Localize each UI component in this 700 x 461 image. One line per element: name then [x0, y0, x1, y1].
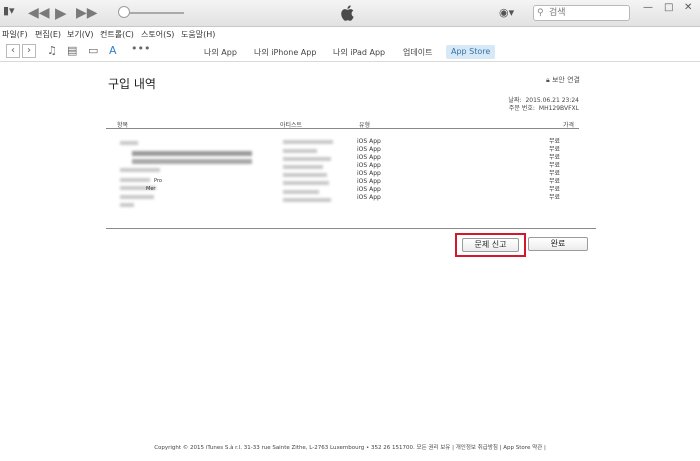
maximize-icon[interactable]: □ [664, 2, 673, 13]
forward-button[interactable]: › [22, 44, 36, 58]
type-cell: iOS App [357, 138, 381, 145]
redacted-item [120, 141, 138, 145]
app-menu-icon[interactable]: ▮▾ [3, 4, 15, 17]
menu-controls[interactable]: 컨트롤(C) [100, 29, 134, 40]
type-cell: iOS App [357, 178, 381, 185]
fast-forward-icon[interactable]: ▶▶ [76, 5, 98, 21]
price-cell: 무료 [549, 170, 561, 177]
item-partial-text: Pro [154, 178, 162, 184]
purchase-table: 항목 아티스트 유형 가격 Pro Mer iOS App iOS App iO… [106, 120, 579, 207]
type-cell: iOS App [357, 154, 381, 161]
type-cell: iOS App [357, 186, 381, 193]
price-cell: 무료 [549, 146, 561, 153]
price-cell: 무료 [549, 154, 561, 161]
tab-my-apps[interactable]: 나의 App [199, 45, 242, 59]
search-input[interactable]: ⚲ 검색 [533, 5, 630, 21]
volume-slider[interactable] [126, 12, 184, 14]
tab-updates[interactable]: 업데이트 [398, 45, 437, 59]
more-icon[interactable]: ••• [131, 42, 150, 55]
redacted-artist [283, 173, 327, 177]
tab-app-store[interactable]: App Store [446, 45, 496, 59]
lock-icon: 🔒︎ [546, 76, 550, 84]
volume-knob[interactable] [118, 6, 130, 18]
redacted-artist [283, 149, 317, 153]
date-value: 2015.06.21 23:24 [525, 97, 579, 104]
type-cell: iOS App [357, 146, 381, 153]
secure-connection: 🔒︎ 보안 연결 [546, 75, 580, 85]
menu-store[interactable]: 스토어(S) [141, 29, 174, 40]
redacted-artist [283, 181, 329, 185]
redacted-artist [283, 198, 331, 202]
redacted-item [132, 151, 252, 156]
table-header: 항목 아티스트 유형 가격 [106, 120, 579, 129]
tab-my-ipad-apps[interactable]: 나의 iPad App [328, 45, 390, 59]
apple-logo-icon [341, 5, 354, 21]
rewind-icon[interactable]: ◀◀ [28, 5, 50, 21]
apps-icon[interactable]: A [109, 44, 117, 57]
close-icon[interactable]: ✕ [684, 2, 692, 13]
type-cell: iOS App [357, 170, 381, 177]
price-cell: 무료 [549, 162, 561, 169]
redacted-artist [283, 190, 319, 194]
redacted-item [132, 159, 252, 164]
footer-copyright: Copyright © 2015 iTunes S.à r.l. 31-33 r… [154, 445, 546, 451]
redacted-item [120, 178, 150, 182]
title-bar: ▮▾ ◀◀ ▶ ▶▶ ◉▾ ⚲ 검색 — □ ✕ [0, 0, 700, 27]
type-cell: iOS App [357, 162, 381, 169]
date-label: 날짜: [508, 97, 522, 104]
account-icon[interactable]: ◉▾ [499, 6, 514, 19]
page-title: 구입 내역 [108, 77, 156, 91]
redacted-item [120, 203, 134, 207]
tv-icon[interactable]: ▭ [88, 44, 98, 57]
report-highlight: 문제 신고 [455, 233, 526, 257]
toolbar: ‹ › ♫ ▤ ▭ A ••• 나의 App 나의 iPhone App 나의 … [0, 40, 700, 62]
redacted-artist [283, 165, 323, 169]
header-price: 가격 [563, 122, 575, 129]
menu-file[interactable]: 파일(F) [2, 29, 28, 40]
price-cell: 무료 [549, 194, 561, 201]
header-type: 유형 [359, 122, 371, 129]
menu-view[interactable]: 보기(V) [67, 29, 93, 40]
menu-help[interactable]: 도움말(H) [181, 29, 215, 40]
price-cell: 무료 [549, 186, 561, 193]
redacted-artist [283, 140, 333, 144]
item-partial-text: Mer [146, 186, 156, 192]
header-artist: 아티스트 [280, 122, 303, 129]
price-cell: 무료 [549, 178, 561, 185]
redacted-artist [283, 157, 331, 161]
back-button[interactable]: ‹ [6, 44, 20, 58]
type-cell: iOS App [357, 194, 381, 201]
movies-icon[interactable]: ▤ [67, 44, 77, 57]
report-problem-button[interactable]: 문제 신고 [462, 238, 519, 252]
secure-connection-label: 보안 연결 [551, 76, 580, 84]
search-placeholder: 검색 [549, 8, 566, 18]
menu-bar: 파일(F) 편집(E) 보기(V) 컨트롤(C) 스토어(S) 도움말(H) [0, 27, 700, 40]
order-number-label: 주문 번호: [508, 105, 535, 112]
table-divider [106, 228, 596, 229]
search-icon: ⚲ [537, 8, 544, 18]
redacted-item [120, 168, 160, 172]
done-button[interactable]: 완료 [528, 237, 588, 251]
play-icon[interactable]: ▶ [55, 5, 67, 21]
tab-my-iphone-apps[interactable]: 나의 iPhone App [249, 45, 321, 59]
minimize-icon[interactable]: — [643, 2, 653, 13]
menu-edit[interactable]: 편집(E) [35, 29, 61, 40]
redacted-item [120, 195, 154, 199]
header-item: 항목 [117, 122, 129, 129]
order-number-value: MH129BVFXL [538, 105, 579, 112]
purchase-history-page: 구입 내역 🔒︎ 보안 연결 날짜: 2015.06.21 23:24 주문 번호… [0, 63, 700, 461]
music-icon[interactable]: ♫ [47, 44, 57, 57]
order-meta: 날짜: 2015.06.21 23:24 주문 번호: MH129BVFXL [508, 97, 579, 113]
price-cell: 무료 [549, 138, 561, 145]
